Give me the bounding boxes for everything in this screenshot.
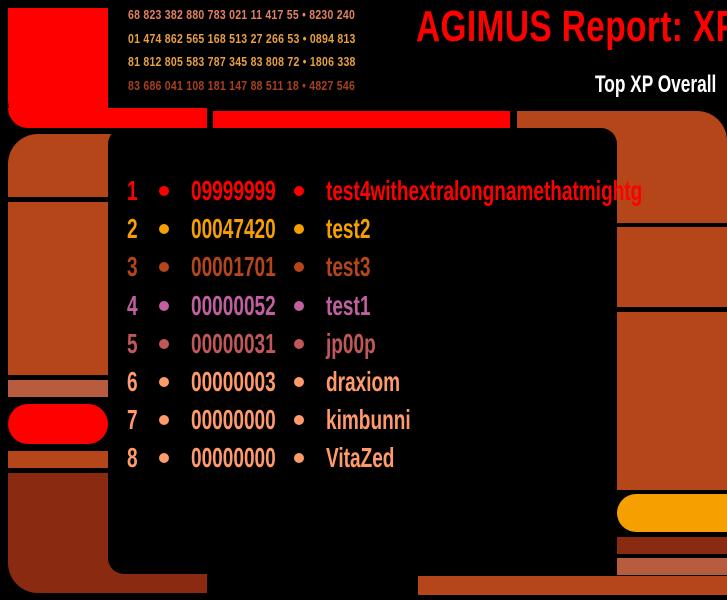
xp-value: 00047420 [191,213,276,245]
leaderboard-row: 6 00000003 draxiom [0,365,727,399]
bullet-dot [294,262,304,273]
header-number-row: 68 823 382 880 783 021 11 417 55 • 8230 … [128,8,356,22]
player-name: VitaZed [326,442,395,474]
xp-value: 09999999 [191,175,276,206]
leaderboard-row: 2 00047420 test2 [0,212,727,246]
leaderboard-row: 3 00001701 test3 [0,250,727,284]
leaderboard-row: 5 00000031 jp00p [0,327,727,361]
bullet-dot [159,300,169,311]
bullet-dot [294,224,304,235]
xp-value: 00000000 [191,442,276,474]
player-name: jp00p [326,327,376,359]
bullet-dot [159,338,169,349]
xp-value: 00000052 [191,289,276,321]
bullet-dot [294,415,304,426]
rank-label: 7 [127,404,138,436]
header-number-row: 81 812 805 583 787 345 83 808 72 • 1806 … [128,55,356,69]
leaderboard-row: 1 09999999 test4withextralongnamethatmight… [0,174,727,208]
leaderboard-row: 4 00000052 test1 [0,289,727,323]
rank-label: 2 [127,213,138,245]
leaderboard-row: 7 00000000 kimbunni [0,403,727,437]
player-name: draxiom [326,366,401,397]
rank-label: 3 [127,251,138,283]
bullet-dot [294,186,304,196]
page-subtitle: Top XP Overall [595,71,717,98]
right-dusty-block [617,558,727,575]
rank-label: 6 [127,366,138,397]
bullet-dot [294,338,304,349]
bullet-dot [159,415,169,426]
player-name: test2 [326,213,371,245]
bottom-right-elbow [418,576,727,595]
xp-value: 00000000 [191,404,276,436]
xp-value: 00001701 [191,251,276,283]
player-name: test4withextralongnamethatmightg [326,175,643,206]
rank-label: 8 [127,442,138,474]
bullet-dot [294,453,304,464]
header-number-row: 83 686 041 108 181 147 88 511 18 • 4827 … [128,79,356,93]
page-title: AGIMUS Report: XP [416,2,727,51]
xp-value: 00000031 [191,327,276,359]
player-name: test3 [326,251,371,283]
player-name: kimbunni [326,404,411,436]
rank-label: 4 [127,289,138,321]
bullet-dot [294,300,304,311]
top-left-elbow-bar [8,108,207,128]
bullet-dot [294,377,304,387]
player-name: test1 [326,289,371,321]
bullet-dot [159,453,169,464]
rank-label: 1 [127,175,138,206]
right-brown-block [617,537,727,554]
bullet-dot [159,186,169,196]
bullet-dot [159,377,169,387]
leaderboard-row: 8 00000000 VitaZed [0,441,727,475]
header-number-row: 01 474 862 565 168 513 27 266 53 • 0894 … [128,32,356,46]
top-red-bar [213,111,510,128]
right-orange-pill[interactable] [617,494,727,532]
bullet-dot [159,224,169,235]
rank-label: 5 [127,327,138,359]
bullet-dot [159,262,169,273]
xp-value: 00000003 [191,366,276,397]
